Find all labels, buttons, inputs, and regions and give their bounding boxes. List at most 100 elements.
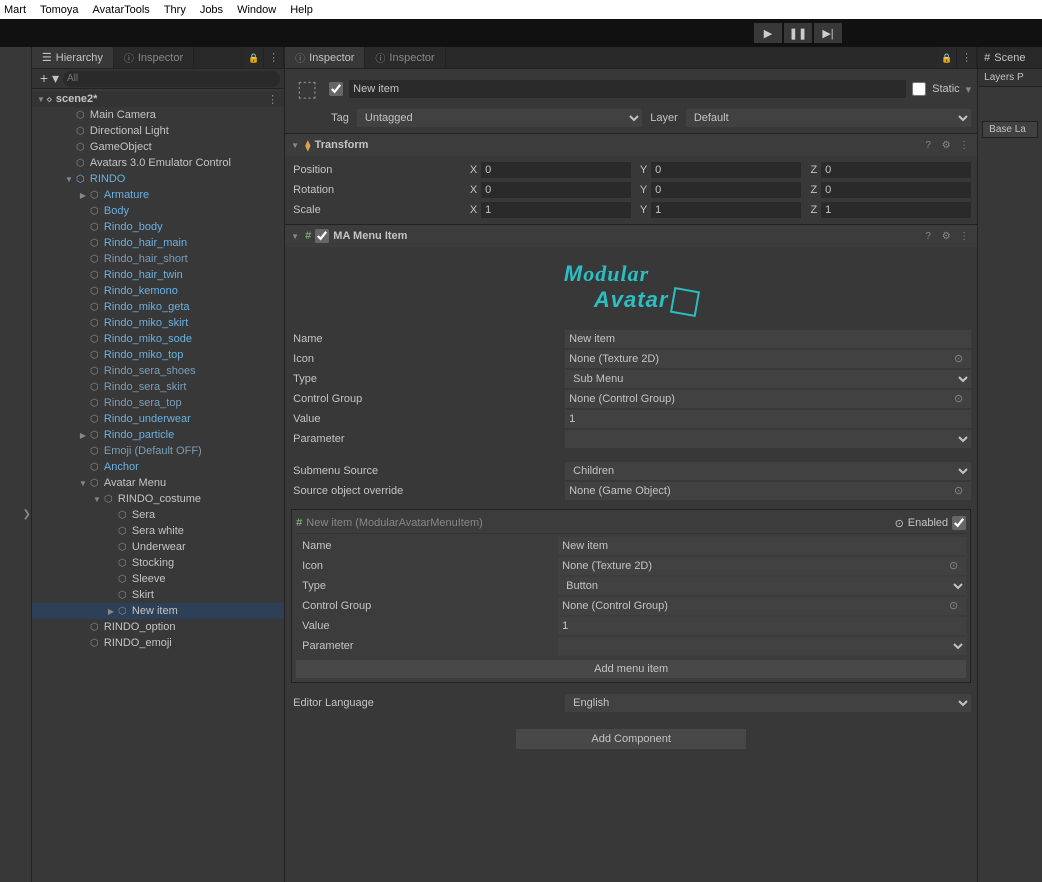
tab-inspector-left[interactable]: Inspector bbox=[114, 47, 194, 68]
scale-z-input[interactable] bbox=[821, 202, 971, 218]
tree-row[interactable]: Rindo_body bbox=[32, 219, 284, 235]
lock-panel[interactable] bbox=[244, 47, 264, 68]
tree-row[interactable]: Sleeve bbox=[32, 571, 284, 587]
menubar[interactable]: Mart Tomoya AvatarTools Thry Jobs Window… bbox=[0, 0, 1042, 19]
nested-value-input[interactable] bbox=[558, 617, 966, 635]
layers-dropdown[interactable]: Layers bbox=[984, 72, 1014, 83]
scale-x-input[interactable] bbox=[481, 202, 631, 218]
tree-row[interactable]: ▼RINDO_costume bbox=[32, 491, 284, 507]
context-menu-icon[interactable] bbox=[957, 231, 971, 242]
play-button[interactable]: ▶ bbox=[754, 23, 782, 43]
tab-hierarchy[interactable]: ☰Hierarchy bbox=[32, 47, 114, 68]
hierarchy-tree[interactable]: ▼⋄ scene2* Main CameraDirectional LightG… bbox=[32, 89, 284, 882]
help-icon[interactable]: ? bbox=[921, 231, 935, 242]
tree-row[interactable]: Rindo_hair_twin bbox=[32, 267, 284, 283]
nested-type-dropdown[interactable]: Button bbox=[558, 577, 966, 595]
tree-row[interactable]: ▶New item bbox=[32, 603, 284, 619]
tab-inspector-2[interactable]: Inspector bbox=[365, 47, 445, 68]
lock-icon[interactable] bbox=[941, 52, 952, 64]
tree-row[interactable]: Main Camera bbox=[32, 107, 284, 123]
menu-help[interactable]: Help bbox=[290, 4, 313, 16]
tree-row[interactable]: Avatars 3.0 Emulator Control bbox=[32, 155, 284, 171]
tree-row[interactable]: Sera white bbox=[32, 523, 284, 539]
tree-row[interactable]: Body bbox=[32, 203, 284, 219]
position-x-input[interactable] bbox=[481, 162, 631, 178]
tree-row[interactable]: Rindo_miko_top bbox=[32, 347, 284, 363]
position-y-input[interactable] bbox=[651, 162, 801, 178]
layer-dropdown[interactable]: Default bbox=[686, 109, 971, 127]
tree-row[interactable]: ▼Avatar Menu bbox=[32, 475, 284, 491]
menu-window[interactable]: Window bbox=[237, 4, 276, 16]
dots-icon[interactable] bbox=[267, 93, 284, 106]
tree-row[interactable]: Rindo_kemono bbox=[32, 283, 284, 299]
tree-row[interactable]: Rindo_underwear bbox=[32, 411, 284, 427]
tree-row[interactable]: Sera bbox=[32, 507, 284, 523]
presets-icon[interactable] bbox=[939, 231, 953, 242]
menu-avatartools[interactable]: AvatarTools bbox=[93, 4, 150, 16]
menu-thry[interactable]: Thry bbox=[164, 4, 186, 16]
expand-icon[interactable]: ❯ bbox=[23, 509, 31, 520]
tree-row[interactable]: ▶Rindo_particle bbox=[32, 427, 284, 443]
menu-mart[interactable]: Mart bbox=[4, 4, 26, 16]
ma-controlgroup-field[interactable]: None (Control Group)⊙ bbox=[565, 390, 971, 408]
tree-row[interactable]: Rindo_sera_top bbox=[32, 395, 284, 411]
hierarchy-search-input[interactable] bbox=[63, 71, 280, 87]
pause-button[interactable]: ❚❚ bbox=[784, 23, 812, 43]
tree-row[interactable]: GameObject bbox=[32, 139, 284, 155]
ma-parameter-dropdown[interactable] bbox=[565, 430, 971, 448]
ma-icon-field[interactable]: None (Texture 2D)⊙ bbox=[565, 350, 971, 368]
object-picker-icon[interactable]: ⊙ bbox=[895, 517, 904, 530]
presets-icon[interactable] bbox=[939, 140, 953, 151]
foldout-icon[interactable]: ▼ bbox=[291, 232, 301, 241]
tree-row[interactable]: Underwear bbox=[32, 539, 284, 555]
rotation-y-input[interactable] bbox=[651, 182, 801, 198]
tree-row[interactable]: Rindo_sera_shoes bbox=[32, 363, 284, 379]
tree-row[interactable]: RINDO_emoji bbox=[32, 635, 284, 651]
tree-row[interactable]: Skirt bbox=[32, 587, 284, 603]
tree-row[interactable]: Rindo_miko_sode bbox=[32, 331, 284, 347]
tab-scene[interactable]: #Scene bbox=[978, 47, 1042, 69]
tree-row[interactable]: Rindo_miko_geta bbox=[32, 299, 284, 315]
editor-language-dropdown[interactable]: English bbox=[565, 694, 971, 712]
gameobject-active-checkbox[interactable] bbox=[329, 82, 343, 96]
ma-type-dropdown[interactable]: Sub Menu bbox=[565, 370, 971, 388]
rotation-z-input[interactable] bbox=[821, 182, 971, 198]
create-button[interactable]: + ▾ bbox=[36, 70, 63, 87]
help-icon[interactable]: ? bbox=[921, 140, 935, 151]
nested-enabled-checkbox[interactable] bbox=[952, 516, 966, 530]
nested-parameter-dropdown[interactable] bbox=[558, 637, 966, 655]
step-button[interactable]: ▶| bbox=[814, 23, 842, 43]
position-z-input[interactable] bbox=[821, 162, 971, 178]
dots-icon[interactable] bbox=[961, 51, 972, 64]
tree-row[interactable]: ▶Armature bbox=[32, 187, 284, 203]
static-checkbox[interactable] bbox=[912, 82, 926, 96]
scale-y-input[interactable] bbox=[651, 202, 801, 218]
panel-menu[interactable] bbox=[264, 47, 284, 68]
tree-row[interactable]: Emoji (Default OFF) bbox=[32, 443, 284, 459]
tree-row[interactable]: Rindo_sera_skirt bbox=[32, 379, 284, 395]
tree-row[interactable]: Rindo_hair_short bbox=[32, 251, 284, 267]
ma-submenu-source-dropdown[interactable]: Children bbox=[565, 462, 971, 480]
scene-row[interactable]: ▼⋄ scene2* bbox=[32, 91, 284, 107]
nested-name-input[interactable] bbox=[558, 537, 966, 555]
gameobject-name-input[interactable] bbox=[349, 80, 906, 98]
tree-row[interactable]: Anchor bbox=[32, 459, 284, 475]
rotation-x-input[interactable] bbox=[481, 182, 631, 198]
component-enabled-checkbox[interactable] bbox=[315, 229, 329, 243]
ma-value-input[interactable] bbox=[565, 410, 971, 428]
ma-source-override-field[interactable]: None (Game Object)⊙ bbox=[565, 482, 971, 500]
tag-dropdown[interactable]: Untagged bbox=[357, 109, 642, 127]
add-component-button[interactable]: Add Component bbox=[516, 729, 746, 749]
context-menu-icon[interactable] bbox=[957, 140, 971, 151]
tree-row[interactable]: Stocking bbox=[32, 555, 284, 571]
add-menu-item-button[interactable]: Add menu item bbox=[296, 660, 966, 678]
nested-controlgroup-field[interactable]: None (Control Group)⊙ bbox=[558, 597, 966, 615]
foldout-icon[interactable]: ▼ bbox=[291, 141, 301, 150]
base-layer-label[interactable]: Base La bbox=[982, 121, 1038, 138]
tree-row[interactable]: Rindo_miko_skirt bbox=[32, 315, 284, 331]
ma-name-input[interactable] bbox=[565, 330, 971, 348]
tree-row[interactable]: Directional Light bbox=[32, 123, 284, 139]
tree-row[interactable]: Rindo_hair_main bbox=[32, 235, 284, 251]
tree-row[interactable]: ▼RINDO bbox=[32, 171, 284, 187]
tab-inspector-1[interactable]: Inspector bbox=[285, 47, 365, 68]
